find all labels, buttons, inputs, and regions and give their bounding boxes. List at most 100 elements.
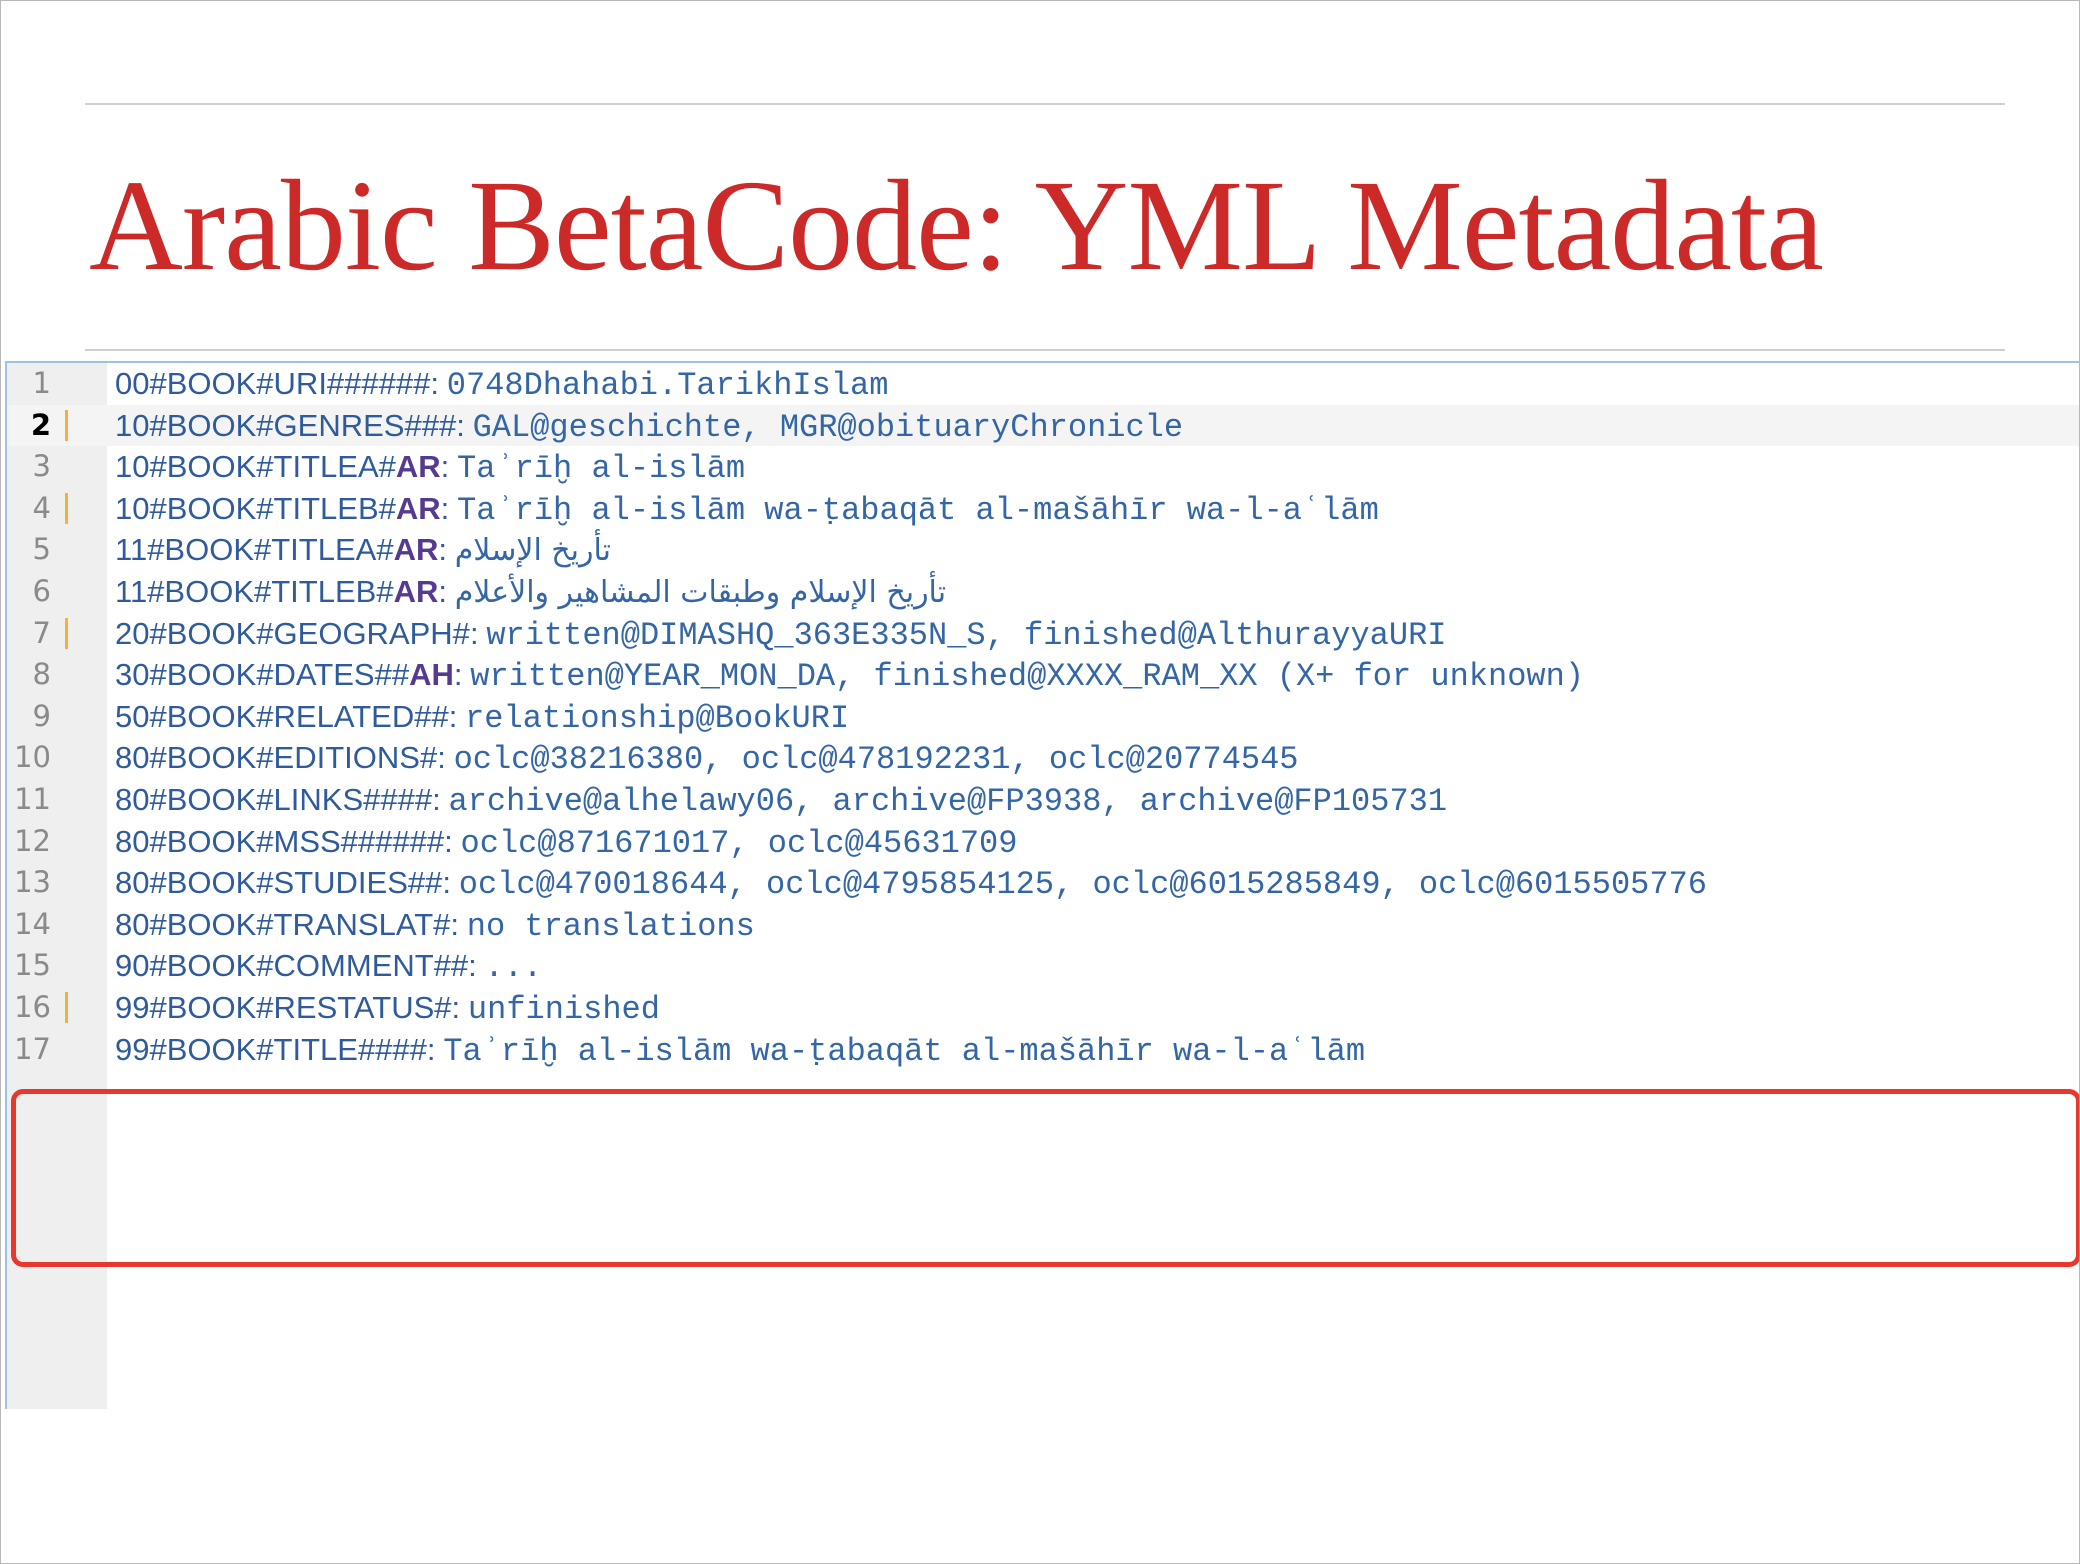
editor-line[interactable]: 3 10#BOOK#TITLEA#AR: Taʾrīḫ al-islām [7, 446, 2079, 490]
metadata-key-text: 90#BOOK#COMMENT## [115, 948, 469, 984]
metadata-value: تأريخ الإسلام وطبقات المشاهير والأعلام [454, 574, 947, 610]
code-text: 90#BOOK#COMMENT##: ... [115, 945, 542, 989]
editor-line[interactable]: 13 80#BOOK#STUDIES##: oclc@470018644, ocl… [7, 862, 2079, 906]
code-text: 50#BOOK#RELATED##: relationship@BookURI [115, 696, 849, 740]
top-divider [85, 103, 2005, 105]
metadata-key: 30#BOOK#DATES##AH: [115, 657, 462, 692]
bottom-divider [85, 349, 2005, 351]
editor-line[interactable]: 1 00#BOOK#URI######: 0748Dhahabi.TarikhIs… [7, 363, 2079, 407]
editor-line[interactable]: 14 80#BOOK#TRANSLAT#: no translations [7, 904, 2079, 946]
key-separator: : [440, 490, 450, 526]
editor-line[interactable]: 12 80#BOOK#MSS######: oclc@871671017, ocl… [7, 821, 2079, 865]
line-number: 11 [14, 781, 51, 816]
line-number: 8 [32, 657, 51, 692]
metadata-key-suffix: AR [395, 449, 441, 485]
key-separator: : [440, 449, 450, 485]
metadata-value: written@DIMASHQ_363E335N_S, finished@Alt… [486, 616, 1447, 654]
metadata-value: written@YEAR_MON_DA, finished@XXXX_RAM_X… [470, 658, 1585, 696]
line-number: 7 [32, 615, 51, 650]
key-separator: : [450, 906, 460, 942]
code-text: 80#BOOK#EDITIONS#: oclc@38216380, oclc@4… [115, 737, 1299, 781]
line-number: 4 [32, 490, 51, 525]
editor-line[interactable]: 7 20#BOOK#GEOGRAPH#: written@DIMASHQ_363E… [7, 613, 2079, 657]
editor-lines: 1 00#BOOK#URI######: 0748Dhahabi.TarikhIs… [7, 363, 2079, 1073]
metadata-value: oclc@38216380, oclc@478192231, oclc@2077… [453, 741, 1299, 779]
editor-line[interactable]: 2 10#BOOK#GENRES###: GAL@geschichte, MGR@… [7, 404, 2079, 449]
slide: Arabic BetaCode: YML Metadata 1 00#BOOK#U… [0, 0, 2080, 1564]
highlight-annotation-box [11, 1089, 2079, 1267]
metadata-key-text: 10#BOOK#GENRES### [115, 407, 457, 443]
key-separator: : [426, 1031, 436, 1067]
line-number: 6 [32, 573, 51, 608]
metadata-key: 99#BOOK#TITLE####: [115, 1032, 436, 1067]
line-number: 9 [32, 698, 51, 733]
metadata-key-suffix: AR [395, 490, 441, 526]
key-separator: : [430, 366, 439, 401]
line-number: 17 [14, 1031, 51, 1066]
key-separator: : [442, 865, 452, 901]
line-number: 2 [30, 407, 51, 442]
line-number: 5 [32, 532, 51, 567]
metadata-value: archive@alhelawy06, archive@FP3938, arch… [448, 782, 1448, 820]
code-text: 20#BOOK#GEOGRAPH#: written@DIMASHQ_363E3… [115, 613, 1446, 657]
code-text: 11#BOOK#TITLEA#AR: تأريخ الإسلام [115, 529, 611, 572]
editor-line[interactable]: 8 30#BOOK#DATES##AH: written@YEAR_MON_DA,… [7, 654, 2079, 696]
metadata-key-text: 50#BOOK#RELATED## [115, 698, 449, 734]
code-text: 00#BOOK#URI######: 0748Dhahabi.TarikhIsl… [115, 363, 888, 407]
metadata-key: 99#BOOK#RESTATUS#: [115, 990, 460, 1025]
metadata-key-text: 10#BOOK#TITLEB# [115, 490, 396, 526]
metadata-key: 11#BOOK#TITLEA#AR: [115, 532, 447, 567]
code-text: 10#BOOK#TITLEB#AR: Taʾrīḫ al-islām wa-ṭa… [115, 488, 1379, 532]
metadata-key-text: 30#BOOK#DATES## [115, 657, 410, 693]
metadata-value: unfinished [467, 990, 660, 1028]
key-separator: : [453, 657, 463, 693]
code-text: 10#BOOK#TITLEA#AR: Taʾrīḫ al-islām [115, 446, 745, 490]
editor-line[interactable]: 17 99#BOOK#TITLE####: Taʾrīḫ al-islām wa-… [7, 1029, 2079, 1073]
editor-line[interactable]: 15 90#BOOK#COMMENT##: ... [7, 945, 2079, 989]
editor-line[interactable]: 5 11#BOOK#TITLEA#AR: تأريخ الإسلام [7, 529, 2079, 572]
metadata-value: oclc@871671017, oclc@45631709 [460, 824, 1018, 862]
code-text: 99#BOOK#TITLE####: Taʾrīḫ al-islām wa-ṭa… [115, 1029, 1365, 1073]
metadata-key: 80#BOOK#MSS######: [115, 824, 453, 859]
metadata-value: no translations [466, 907, 755, 945]
metadata-key: 80#BOOK#STUDIES##: [115, 865, 451, 900]
editor-line[interactable]: 16 99#BOOK#RESTATUS#: unfinished [7, 987, 2079, 1029]
code-text: 80#BOOK#STUDIES##: oclc@470018644, oclc@… [115, 862, 1707, 906]
editor-line[interactable]: 11 80#BOOK#LINKS####: archive@alhelawy06,… [7, 779, 2079, 823]
code-text: 10#BOOK#GENRES###: GAL@geschichte, MGR@o… [115, 405, 1183, 449]
key-separator: : [468, 948, 477, 984]
metadata-value: GAL@geschichte, MGR@obituaryChronicle [472, 408, 1184, 446]
metadata-value: Taʾrīḫ al-islām wa-ṭabaqāt al-mašāhīr wa… [443, 1032, 1366, 1070]
editor-line[interactable]: 10 80#BOOK#EDITIONS#: oclc@38216380, oclc… [7, 737, 2079, 781]
line-number: 10 [14, 740, 51, 775]
change-marker [65, 991, 68, 1023]
line-number: 1 [32, 366, 51, 400]
key-separator: : [437, 740, 446, 776]
metadata-key-text: 80#BOOK#EDITIONS# [115, 740, 438, 776]
metadata-key-suffix: AR [393, 532, 439, 568]
metadata-key-text: 80#BOOK#TRANSLAT# [115, 906, 451, 942]
code-text: 80#BOOK#LINKS####: archive@alhelawy06, a… [115, 779, 1447, 823]
metadata-key-text: 99#BOOK#RESTATUS# [115, 989, 452, 1025]
metadata-key-text: 10#BOOK#TITLEA# [115, 449, 396, 485]
metadata-key-text: 00#BOOK#URI###### [115, 366, 431, 401]
editor-line[interactable]: 4 10#BOOK#TITLEB#AR: Taʾrīḫ al-islām wa-ṭ… [7, 488, 2079, 532]
code-text: 80#BOOK#MSS######: oclc@871671017, oclc@… [115, 821, 1017, 865]
metadata-key-text: 11#BOOK#TITLEB# [115, 573, 394, 609]
code-editor[interactable]: 1 00#BOOK#URI######: 0748Dhahabi.TarikhIs… [5, 361, 2079, 1409]
metadata-value: relationship@BookURI [465, 699, 850, 737]
line-number: 12 [14, 823, 51, 858]
metadata-key-text: 80#BOOK#STUDIES## [115, 865, 443, 901]
key-separator: : [451, 989, 461, 1025]
metadata-value: ... [484, 949, 543, 987]
editor-line[interactable]: 6 11#BOOK#TITLEB#AR: تأريخ الإسلام وطبقات… [7, 571, 2079, 613]
metadata-value: oclc@470018644, oclc@4795854125, oclc@60… [458, 866, 1707, 904]
metadata-key: 80#BOOK#EDITIONS#: [115, 740, 446, 775]
slide-title: Arabic BetaCode: YML Metadata [89, 154, 1824, 298]
key-separator: : [469, 615, 479, 651]
metadata-key-text: 80#BOOK#LINKS#### [115, 781, 433, 817]
line-number: 13 [14, 865, 51, 900]
editor-line[interactable]: 9 50#BOOK#RELATED##: relationship@BookURI [7, 696, 2079, 740]
line-number: 16 [14, 989, 51, 1024]
change-marker [65, 409, 68, 441]
